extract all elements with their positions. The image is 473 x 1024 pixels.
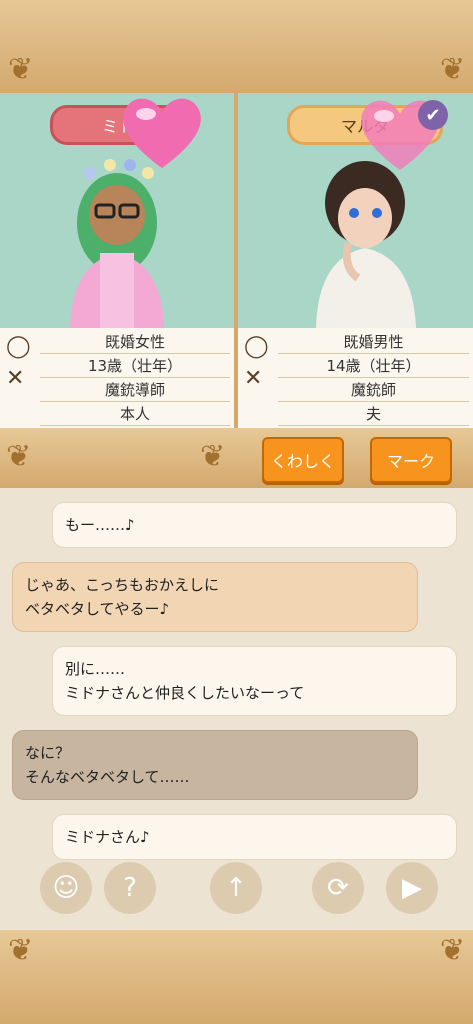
auto-icon[interactable]: ▶ xyxy=(386,862,438,914)
ornament-icon: ❦ xyxy=(8,52,34,87)
heart-icon xyxy=(123,98,201,168)
age: 14歳（壮年） xyxy=(278,354,469,378)
ornament-icon: ❦ xyxy=(8,933,34,968)
chat-bubble: 別に…… ミドナさんと仲良くしたいなーって xyxy=(52,646,457,716)
menu-icon[interactable]: ☺ xyxy=(40,862,92,914)
bottom-frame: ❦ ❦ xyxy=(0,930,473,1024)
relation: 本人 xyxy=(40,402,230,426)
ornament-icon: ❦ xyxy=(439,933,465,968)
ornament-icon: ❦ xyxy=(200,439,226,474)
crossed-tools-icon: ✕ xyxy=(6,366,25,391)
age: 13歳（壮年） xyxy=(40,354,230,378)
job: 魔銃師 xyxy=(278,378,469,402)
chat-bubble: ミドナさん♪ xyxy=(52,814,457,860)
chat-bubble: じゃあ、こっちもおかえしに ベタベタしてやるー♪ xyxy=(12,562,418,632)
detail-button[interactable]: くわしく xyxy=(262,437,344,483)
chat-bubble: もー……♪ xyxy=(52,502,457,548)
right-character-info: ◯ ✕ 既婚男性 14歳（壮年） 魔銃師 夫 xyxy=(238,328,473,428)
crossed-tools-icon: ✕ xyxy=(244,366,263,391)
help-icon[interactable]: ? xyxy=(104,862,156,914)
left-character-info: ◯ ✕ 既婚女性 13歳（壮年） 魔銃導師 本人 xyxy=(0,328,234,428)
ring-icon: ◯ xyxy=(244,334,269,359)
check-icon: ✔ xyxy=(418,100,448,130)
chat-bubble: なに？ そんなベタベタして…… xyxy=(12,730,418,800)
ring-icon: ◯ xyxy=(6,334,31,359)
marital-status: 既婚女性 xyxy=(40,330,230,354)
job: 魔銃導師 xyxy=(40,378,230,402)
up-arrow-icon[interactable]: ↑ xyxy=(210,862,262,914)
relation: 夫 xyxy=(278,402,469,426)
skip-icon[interactable]: ⟳ xyxy=(312,862,364,914)
ornament-icon: ❦ xyxy=(6,439,32,474)
top-frame: ❦ ❦ xyxy=(0,0,473,93)
mark-button[interactable]: マーク xyxy=(370,437,452,483)
marital-status: 既婚男性 xyxy=(278,330,469,354)
ornament-icon: ❦ xyxy=(439,52,465,87)
